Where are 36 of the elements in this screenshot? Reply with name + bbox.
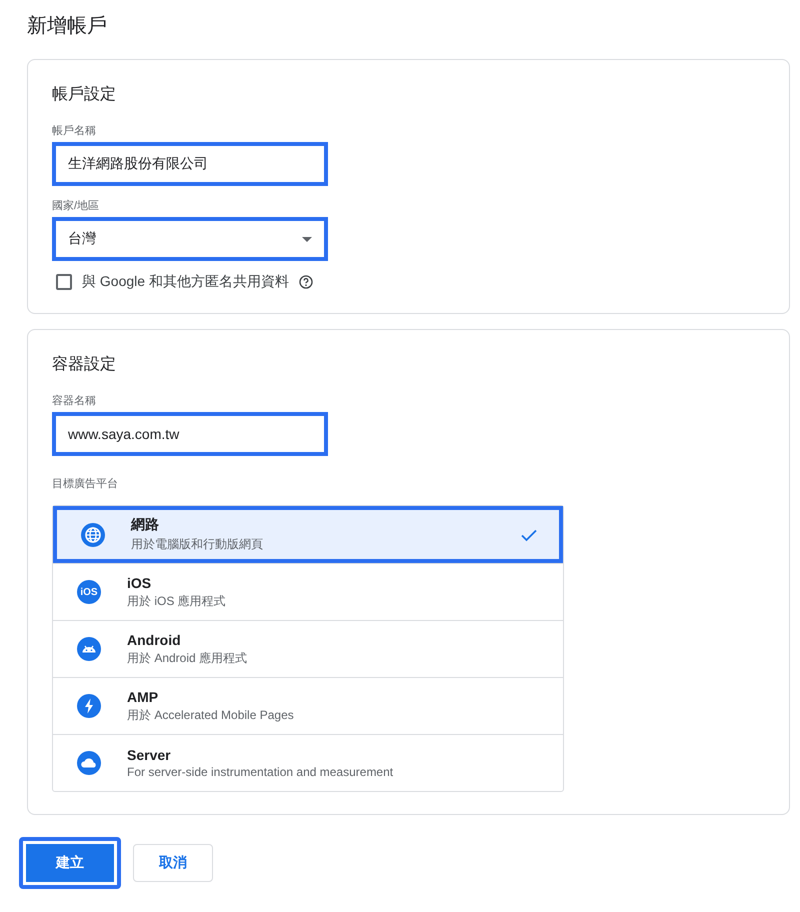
country-dropdown[interactable]: 台灣 bbox=[52, 217, 328, 261]
globe-icon bbox=[81, 522, 105, 546]
section-heading: 帳戶設定 bbox=[52, 84, 117, 105]
platform-description: 用於 Accelerated Mobile Pages bbox=[127, 706, 295, 724]
platform-title: Server bbox=[127, 747, 172, 763]
platform-description: For server-side instrumentation and measurement bbox=[127, 765, 394, 779]
container-name-field[interactable]: www.saya.com.tw bbox=[52, 412, 328, 456]
android-icon bbox=[77, 637, 101, 661]
platform-title: iOS bbox=[127, 574, 152, 590]
platform-title: 網路 bbox=[131, 516, 160, 534]
platform-description: 用於 iOS 應用程式 bbox=[127, 592, 227, 610]
account-name-field[interactable]: 生洋網路股份有限公司 bbox=[52, 142, 328, 186]
field-label: 容器名稱 bbox=[52, 394, 97, 408]
platform-option[interactable]: Android 用於 Android 應用程式 bbox=[53, 620, 563, 677]
help-icon[interactable] bbox=[298, 275, 313, 289]
checkbox[interactable] bbox=[56, 274, 72, 290]
platform-option[interactable]: AMP 用於 Accelerated Mobile Pages bbox=[53, 677, 563, 734]
create-button[interactable]: 建立 bbox=[19, 837, 121, 889]
platform-title: Android bbox=[127, 632, 182, 648]
field-label: 國家/地區 bbox=[52, 198, 100, 213]
platform-option[interactable]: 網路 用於電腦版和行動版網頁 bbox=[53, 506, 563, 563]
field-label: 目標廣告平台 bbox=[52, 476, 119, 491]
platform-description: 用於電腦版和行動版網頁 bbox=[131, 536, 264, 553]
platform-title: AMP bbox=[127, 688, 160, 704]
field-label: 帳戶名稱 bbox=[52, 124, 97, 138]
platform-option[interactable]: iOS iOS 用於 iOS 應用程式 bbox=[53, 563, 563, 620]
cloud-icon bbox=[77, 751, 101, 775]
dropdown-caret-icon bbox=[302, 236, 312, 242]
page-title: 新增帳戶 bbox=[27, 14, 108, 39]
checkbox-label: 與 Google 和其他方匿名共用資料 bbox=[82, 273, 289, 291]
platform-option[interactable]: Server For server-side instrumentation and measurement bbox=[53, 734, 563, 791]
section-heading: 容器設定 bbox=[52, 354, 117, 375]
ios-icon: iOS bbox=[77, 580, 101, 604]
cancel-button[interactable]: 取消 bbox=[133, 844, 213, 882]
platform-description: 用於 Android 應用程式 bbox=[127, 650, 248, 666]
lightning-icon bbox=[77, 694, 101, 718]
